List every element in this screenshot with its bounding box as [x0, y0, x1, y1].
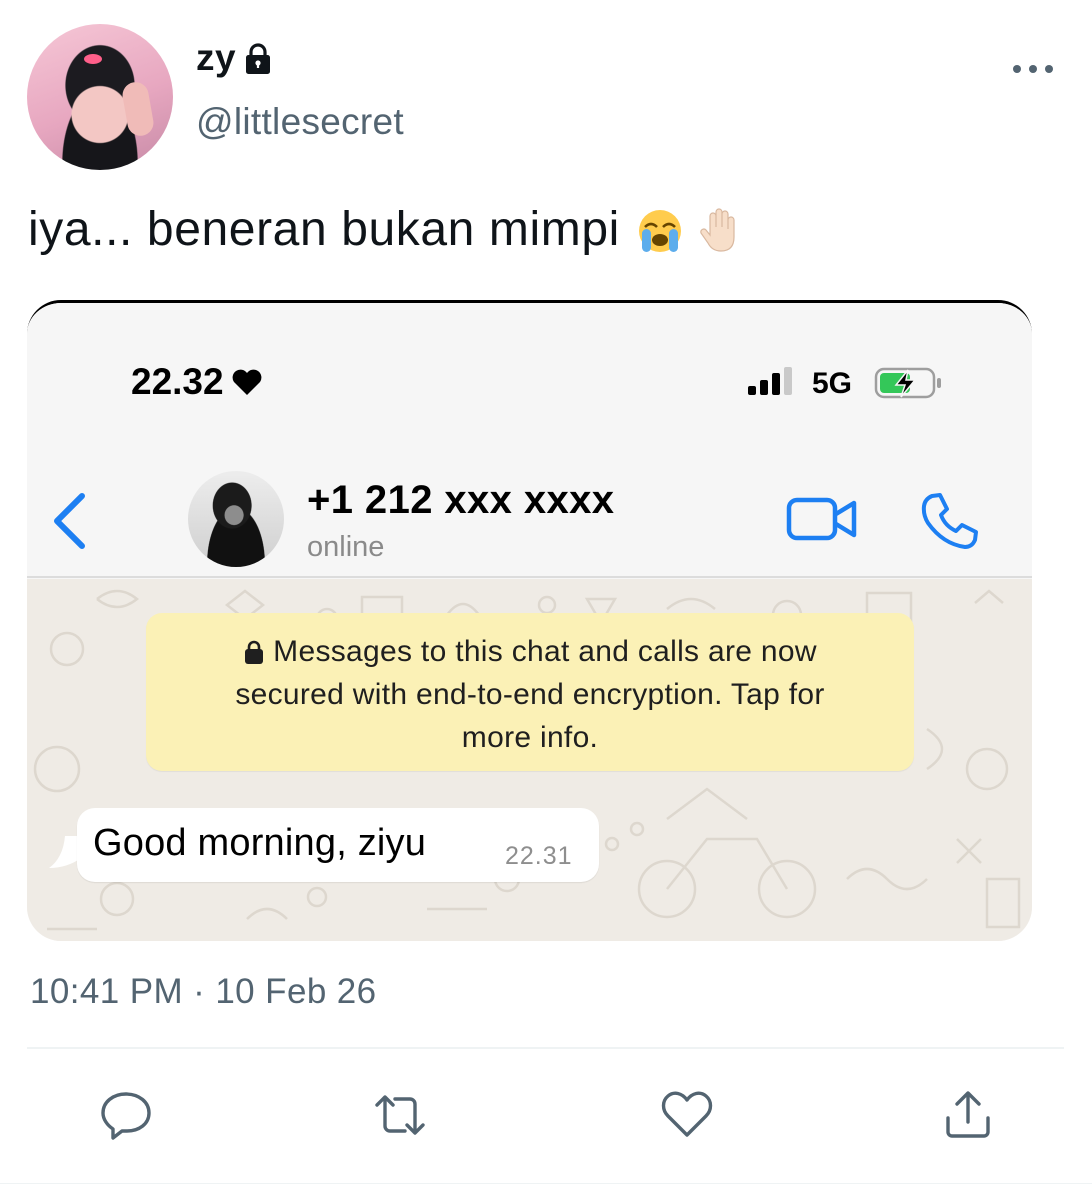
- share-icon[interactable]: [941, 1088, 995, 1142]
- back-chevron-icon[interactable]: [49, 490, 89, 552]
- chat-header: +1 212 xxx xxxx online: [27, 428, 1032, 578]
- encryption-line-1-text: Messages to this chat and calls are now: [273, 635, 817, 668]
- encryption-line-3: more info.: [461, 721, 599, 754]
- attached-screenshot[interactable]: 22.32 5G +1 212 xxx xxxx online Messages…: [27, 300, 1032, 941]
- author-handle[interactable]: @littlesecret: [196, 101, 404, 143]
- divider: [27, 1047, 1064, 1049]
- tweet-timestamp[interactable]: 10:41 PM · 10 Feb 26: [30, 972, 377, 1012]
- network-type: 5G: [812, 367, 853, 400]
- video-call-icon[interactable]: [786, 495, 858, 543]
- cellular-signal-icon: [748, 367, 792, 395]
- raised-hand-icon: [700, 207, 735, 252]
- message-text: Good morning, ziyu: [93, 822, 427, 864]
- dot: [1013, 65, 1021, 73]
- contact-name[interactable]: +1 212 xxx xxxx: [307, 478, 614, 523]
- incoming-message-bubble[interactable]: Good morning, ziyu 22.31: [77, 808, 599, 882]
- author-display-name[interactable]: zy: [196, 37, 275, 79]
- tweet-text-body: iya... beneran bukan mimpi: [28, 203, 620, 256]
- display-name-text: zy: [196, 37, 237, 78]
- avatar-bow: [84, 54, 102, 64]
- dot: [1029, 65, 1037, 73]
- encryption-notice[interactable]: Messages to this chat and calls are now …: [146, 613, 914, 771]
- retweet-icon[interactable]: [373, 1088, 427, 1142]
- reply-icon[interactable]: [99, 1088, 153, 1142]
- tweet-text: iya... beneran bukan mimpi: [28, 202, 746, 257]
- voice-call-icon[interactable]: [919, 492, 979, 550]
- contact-status: online: [307, 531, 385, 563]
- contact-avatar[interactable]: [188, 471, 284, 567]
- encryption-line-1: Messages to this chat and calls are now: [146, 630, 914, 673]
- avatar-hand: [120, 80, 156, 138]
- phone-status-bar: 22.32 5G: [27, 303, 1032, 428]
- battery-charging-icon: [874, 367, 941, 399]
- loudly-crying-face-icon: [638, 209, 681, 252]
- more-options-icon[interactable]: [1013, 62, 1053, 76]
- bubble-tail: [49, 836, 81, 868]
- status-time-text: 22.32: [131, 361, 224, 402]
- bottom-divider: [0, 1183, 1092, 1184]
- heart-icon: [232, 369, 261, 395]
- author-avatar[interactable]: [27, 24, 173, 170]
- encryption-line-2: secured with end-to-end encryption. Tap …: [235, 678, 825, 711]
- status-time: 22.32: [131, 361, 264, 403]
- dot: [1045, 65, 1053, 73]
- message-time: 22.31: [505, 842, 573, 870]
- protected-lock-icon: [246, 42, 271, 74]
- small-lock-icon: [245, 640, 264, 664]
- like-heart-icon[interactable]: [660, 1088, 714, 1142]
